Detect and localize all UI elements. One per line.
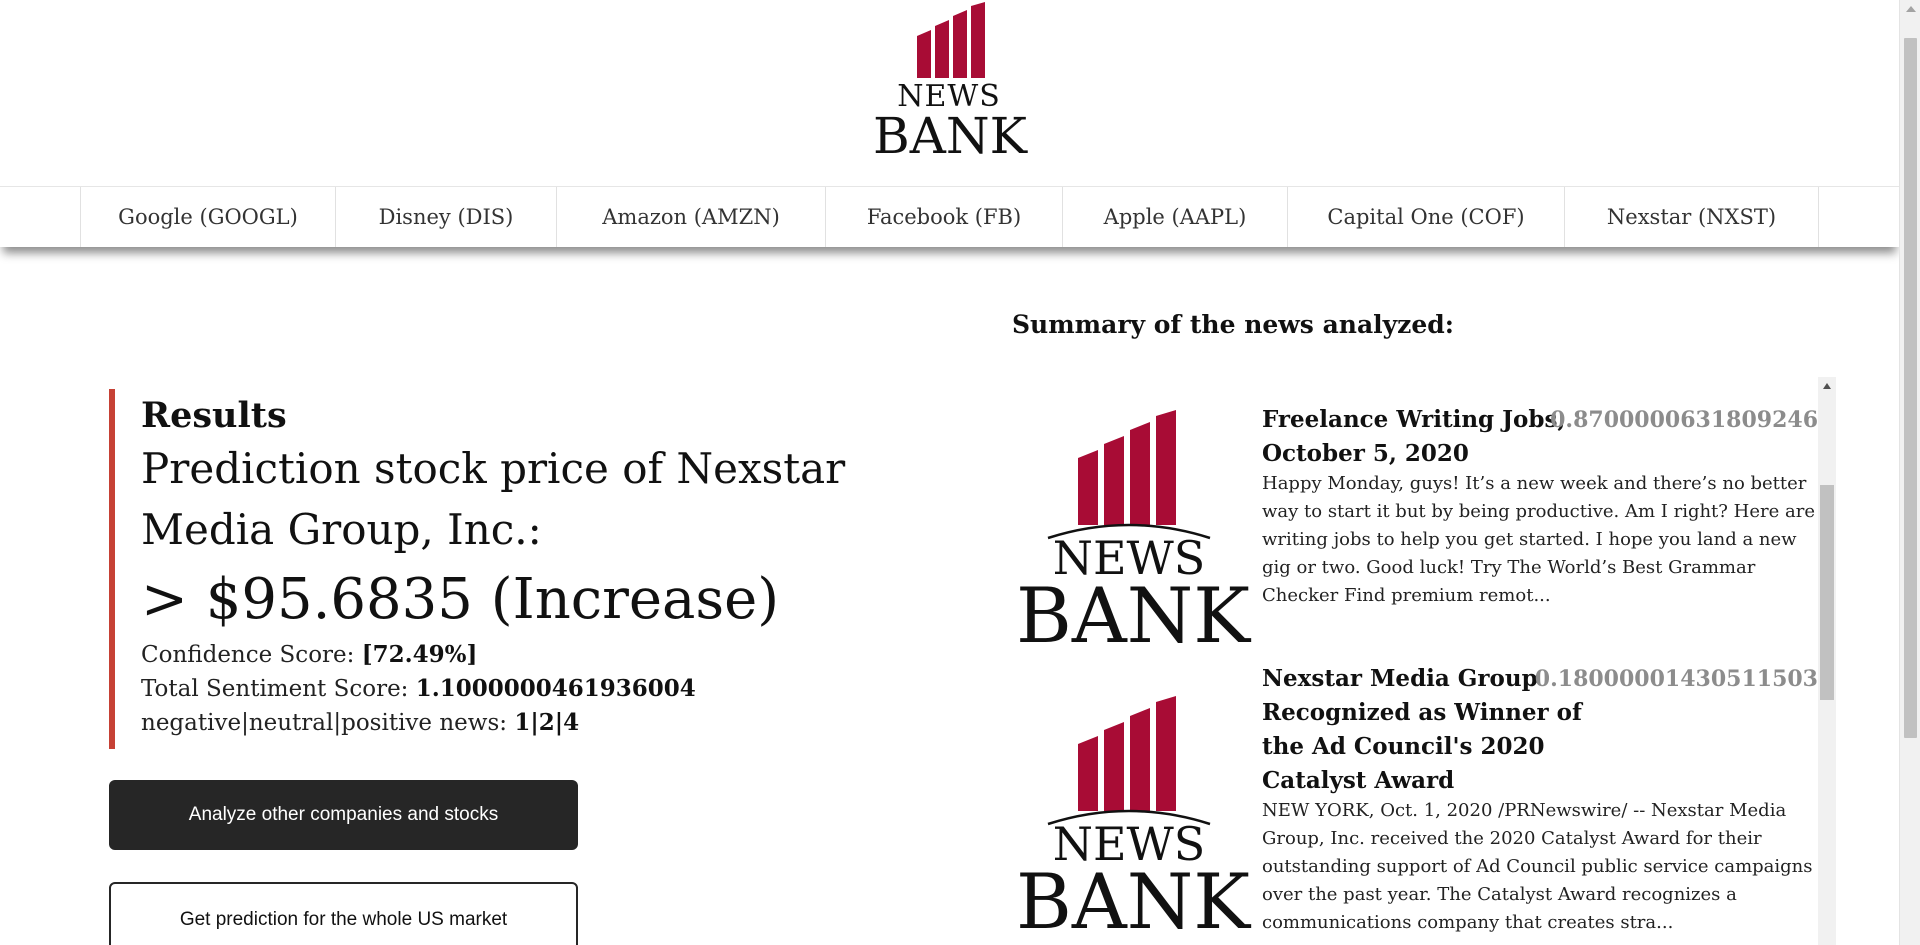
nav-item-nexstar[interactable]: Nexstar (NXST) xyxy=(1565,187,1819,247)
news-item[interactable]: NEWS BANK Freelance Writing Jobs, Octobe… xyxy=(1012,377,1818,662)
nav-item-apple[interactable]: Apple (AAPL) xyxy=(1063,187,1288,247)
summary-heading: Summary of the news analyzed: xyxy=(1012,310,1454,339)
company-nav-list: Google (GOOGL) Disney (DIS) Amazon (AMZN… xyxy=(80,187,1819,247)
results-title: Results xyxy=(141,395,287,436)
news-score: 0.8700000631809246 xyxy=(1550,407,1818,433)
logo-bars-icon xyxy=(917,2,985,78)
news-counts-label: negative|neutral|positive news: xyxy=(141,710,515,736)
company-nav: Google (GOOGL) Disney (DIS) Amazon (AMZN… xyxy=(0,186,1899,247)
confidence-score-label: Confidence Score: xyxy=(141,642,362,668)
news-counts-value: 1|2|4 xyxy=(514,709,580,736)
whole-market-prediction-button[interactable]: Get prediction for the whole US market xyxy=(109,882,578,945)
prediction-value: > $95.6835 (Increase) xyxy=(141,567,780,632)
news-body: Happy Monday, guys! It’s a new week and … xyxy=(1262,473,1815,606)
confidence-score-value: [72.49%] xyxy=(361,641,478,668)
page-scrollbar[interactable] xyxy=(1899,0,1920,945)
analyze-other-companies-button[interactable]: Analyze other companies and stocks xyxy=(109,780,578,850)
news-list[interactable]: NEWS BANK Freelance Writing Jobs, Octobe… xyxy=(1012,377,1836,945)
nav-item-amazon[interactable]: Amazon (AMZN) xyxy=(557,187,826,247)
results-panel: Results Prediction stock price of Nexsta… xyxy=(109,389,869,749)
nav-item-facebook[interactable]: Facebook (FB) xyxy=(826,187,1063,247)
news-thumbnail: NEWS BANK xyxy=(1016,410,1250,654)
sentiment-score-value: 1.1000000461936004 xyxy=(415,675,696,702)
news-thumbnail: NEWS BANK xyxy=(1016,696,1250,940)
site-header: NEWS BANK xyxy=(0,0,1899,186)
sentiment-score: Total Sentiment Score: 1.100000046193600… xyxy=(141,672,869,706)
thumb-text-bank: BANK xyxy=(1016,571,1251,660)
nav-item-google[interactable]: Google (GOOGL) xyxy=(81,187,336,247)
sentiment-score-label: Total Sentiment Score: xyxy=(141,676,416,702)
page-scroll-thumb[interactable] xyxy=(1904,38,1917,738)
news-list-scroll-thumb[interactable] xyxy=(1820,485,1834,700)
nav-item-capital-one[interactable]: Capital One (COF) xyxy=(1288,187,1565,247)
nav-item-disney[interactable]: Disney (DIS) xyxy=(336,187,557,247)
news-body: NEW YORK, Oct. 1, 2020 /PRNewswire/ -- N… xyxy=(1262,800,1813,933)
page-scroll-up-arrow-icon[interactable] xyxy=(1906,6,1916,12)
news-list-scrollbar[interactable] xyxy=(1818,377,1836,945)
news-item[interactable]: NEWS BANK Nexstar Media Group Recognized… xyxy=(1012,662,1818,945)
thumb-text-bank: BANK xyxy=(1016,857,1251,945)
scroll-up-arrow-icon[interactable] xyxy=(1823,383,1831,389)
newsbank-logo[interactable]: NEWS BANK xyxy=(873,2,1027,165)
news-score: 0.18000001430511503 xyxy=(1534,666,1818,692)
news-counts: negative|neutral|positive news: 1|2|4 xyxy=(141,706,869,740)
logo-text-bank: BANK xyxy=(873,107,1027,165)
newsbank-logo-icon xyxy=(1078,410,1176,525)
prediction-label: Prediction stock price of Nexstar Media … xyxy=(141,444,846,554)
newsbank-logo-icon xyxy=(1078,696,1176,811)
confidence-score: Confidence Score: [72.49%] xyxy=(141,638,869,672)
news-title[interactable]: Freelance Writing Jobs, October 5, 2020 xyxy=(1262,403,1592,471)
